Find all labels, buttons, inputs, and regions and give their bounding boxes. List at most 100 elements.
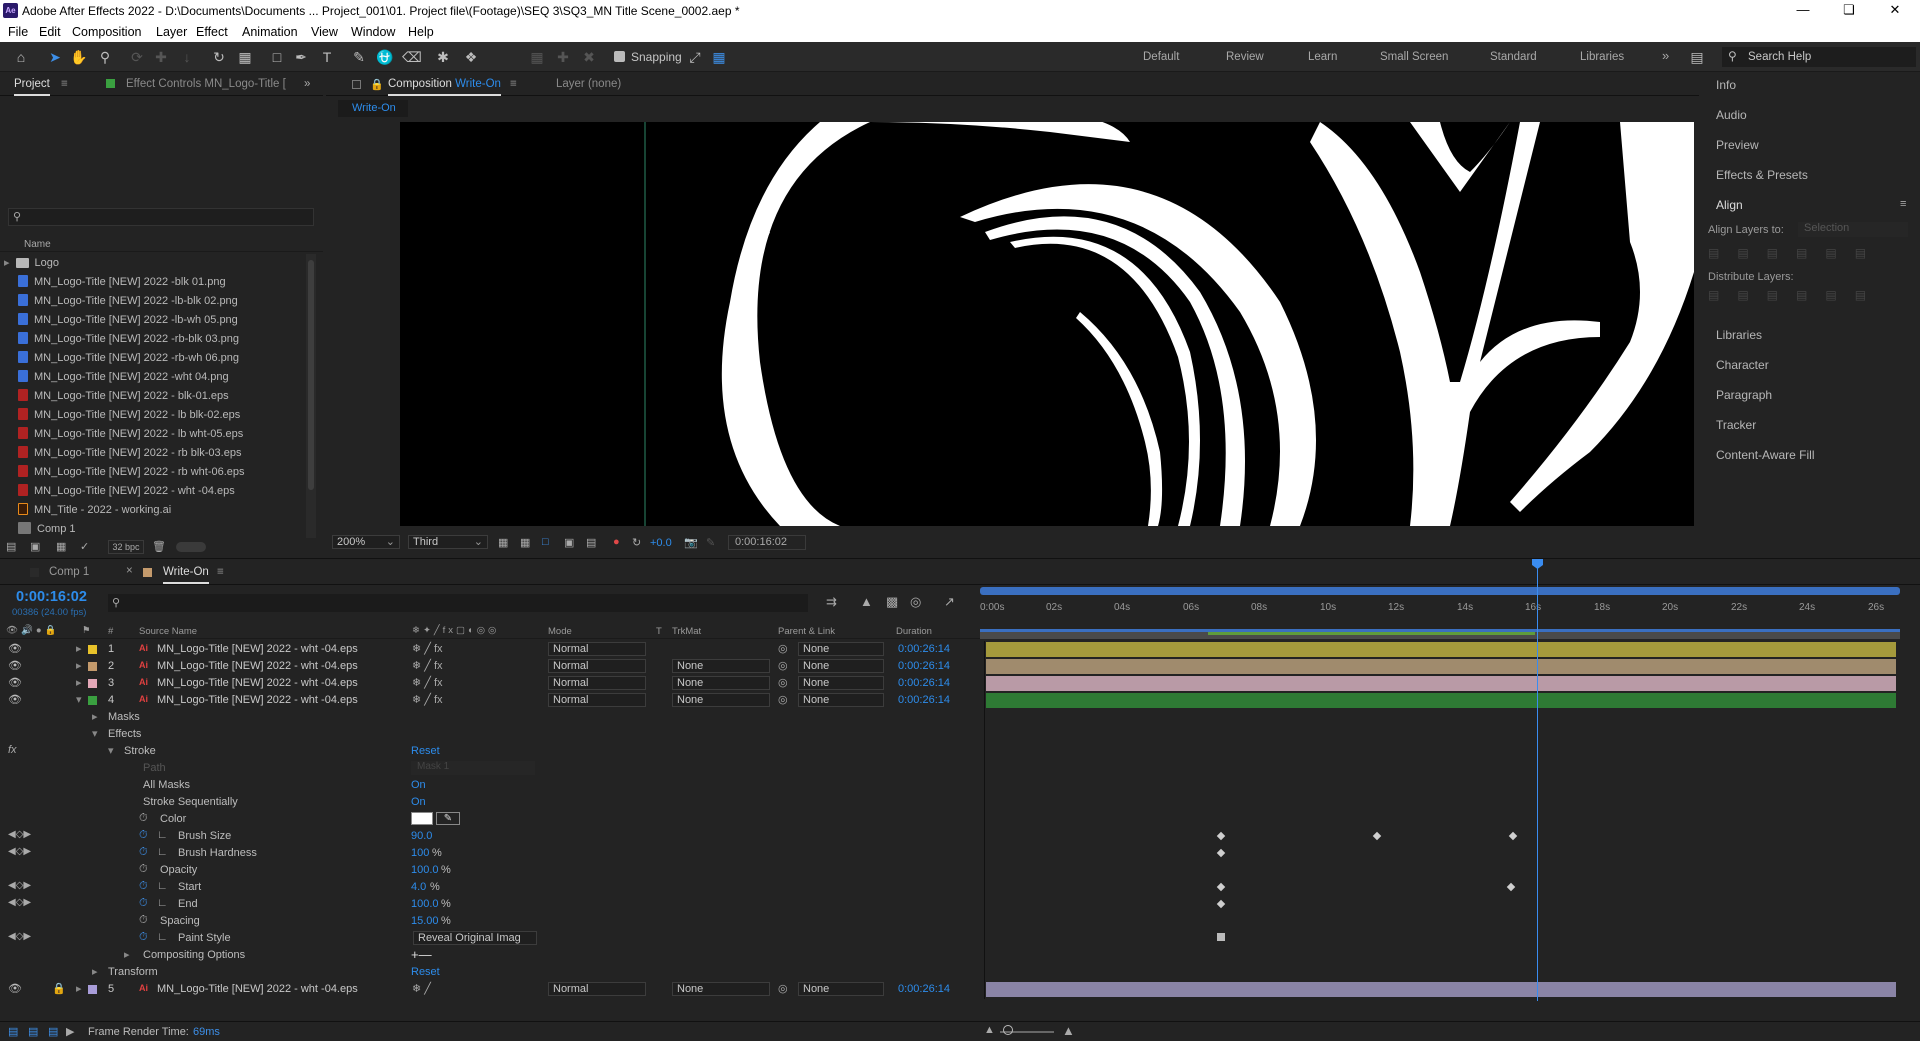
property-transform[interactable]: ▸ Transform Reset: [0, 964, 990, 981]
pan-tool-icon[interactable]: ✚: [152, 48, 170, 66]
disclosure-triangle-icon[interactable]: ▸: [76, 659, 82, 672]
zoom-in-icon[interactable]: ▲: [1062, 1023, 1075, 1038]
pickwhip-icon[interactable]: ◎: [778, 693, 788, 706]
property-compositing-options[interactable]: ▸ Compositing Options +—: [0, 947, 990, 964]
layer-duration[interactable]: 0:00:26:14: [898, 643, 950, 655]
type-tool-icon[interactable]: T: [318, 48, 336, 66]
trkmat-dropdown[interactable]: None: [672, 982, 770, 996]
pickwhip-icon[interactable]: ◎: [778, 982, 788, 995]
timeline-menu-icon[interactable]: ≡: [217, 566, 224, 578]
roto-brush-icon[interactable]: ✱: [434, 48, 452, 66]
layer-row[interactable]: 👁 ▸ 2 Ai MN_Logo-Title [NEW] 2022 - wht …: [0, 658, 990, 675]
keyframe[interactable]: [1216, 831, 1226, 841]
panel-character[interactable]: Character: [1716, 358, 1769, 372]
layer-1-duration-bar[interactable]: [986, 642, 1896, 657]
disclosure-triangle-icon[interactable]: ▸: [76, 676, 82, 689]
menu-layer[interactable]: Layer: [156, 25, 187, 39]
list-item[interactable]: MN_Logo-Title [NEW] 2022 -lb-wh 05.png: [18, 313, 238, 332]
tab-layer[interactable]: Layer (none): [556, 78, 621, 90]
transform-reset-link[interactable]: Reset: [411, 966, 440, 978]
property-opacity[interactable]: ⏱ Opacity 100.0 %: [0, 862, 990, 879]
blend-mode-dropdown[interactable]: Normal: [548, 982, 646, 996]
pen-tool-icon[interactable]: ✒: [292, 48, 310, 66]
comp-breadcrumb[interactable]: Write-On: [338, 100, 408, 117]
orbit-tool-icon[interactable]: ⟳: [128, 48, 146, 66]
panel-effects-presets[interactable]: Effects & Presets: [1716, 168, 1808, 182]
graph-icon[interactable]: ∟: [157, 829, 168, 841]
timeline-track-area[interactable]: [984, 559, 1920, 1001]
workspace-review[interactable]: Review: [1226, 51, 1264, 63]
property-spacing[interactable]: ⏱ Spacing 15.00 %: [0, 913, 990, 930]
selection-tool-icon[interactable]: ➤: [46, 48, 64, 66]
brush-size-value[interactable]: 90.0: [411, 830, 432, 842]
property-color[interactable]: ⏱ Color ✎: [0, 811, 990, 828]
anchor-tool-icon[interactable]: ▦: [236, 48, 254, 66]
all-masks-value[interactable]: On: [411, 779, 426, 791]
property-effects[interactable]: ▾ Effects: [0, 726, 990, 743]
snapping-checkbox[interactable]: [614, 51, 625, 62]
fx-toggle-icon[interactable]: fx: [8, 744, 17, 756]
name-column-header[interactable]: Name: [24, 239, 51, 250]
layer-label-color[interactable]: [88, 696, 97, 705]
layer-5-duration-bar[interactable]: [986, 982, 1896, 997]
panel-content-aware-fill[interactable]: Content-Aware Fill: [1716, 448, 1814, 462]
composition-viewer[interactable]: [400, 122, 1694, 526]
panel-info[interactable]: Info: [1716, 78, 1736, 92]
parent-link-header[interactable]: Parent & Link: [778, 626, 835, 637]
menu-effect[interactable]: Effect: [196, 25, 228, 39]
reset-exposure-icon[interactable]: ↻: [632, 536, 641, 549]
layer-duration[interactable]: 0:00:26:14: [898, 660, 950, 672]
trkmat-dropdown[interactable]: None: [672, 659, 770, 673]
guides-icon[interactable]: ▤: [586, 536, 596, 549]
keyframe-navigator-icon[interactable]: ◀◇▶: [8, 897, 31, 908]
stopwatch-active-icon[interactable]: ⏱: [139, 846, 148, 859]
bit-depth-button[interactable]: 32 bpc: [108, 540, 144, 554]
list-item[interactable]: MN_Title - 2022 - working.ai: [18, 503, 171, 522]
layer-4-duration-bar[interactable]: [986, 693, 1896, 708]
zoom-slider-handle[interactable]: [1003, 1025, 1013, 1035]
workspace-small-screen[interactable]: Small Screen: [1380, 51, 1448, 63]
visibility-eye-icon[interactable]: 👁: [8, 982, 22, 995]
visibility-eye-icon[interactable]: 👁: [8, 642, 22, 655]
paint-style-dropdown[interactable]: Reveal Original Imag: [413, 931, 537, 945]
list-item[interactable]: MN_Logo-Title [NEW] 2022 - rb blk-03.eps: [18, 446, 241, 465]
exposure-value[interactable]: +0.0: [650, 537, 672, 549]
brush-tool-icon[interactable]: ✎: [350, 48, 368, 66]
workspace-panel-icon[interactable]: ▤: [1688, 48, 1706, 66]
property-brush-size[interactable]: ◀◇▶ ⏱ ∟ Brush Size 90.0: [0, 828, 990, 845]
zoom-out-icon[interactable]: ▲: [984, 1024, 995, 1036]
visibility-eye-icon[interactable]: 👁: [8, 693, 22, 706]
t-header[interactable]: T: [656, 626, 662, 637]
eraser-tool-icon[interactable]: ⌫: [402, 48, 422, 66]
workspace-learn[interactable]: Learn: [1308, 51, 1337, 63]
disclosure-triangle-icon[interactable]: ▸: [124, 948, 130, 961]
more-workspaces-icon[interactable]: »: [1662, 48, 1669, 63]
snap-grid-icon[interactable]: ▦: [710, 48, 728, 66]
pickwhip-icon[interactable]: ◎: [778, 676, 788, 689]
puppet-pin-icon[interactable]: ❖: [462, 48, 480, 66]
draft-3d-icon[interactable]: ▲: [860, 594, 873, 609]
snap-options-icon[interactable]: ⤢: [686, 48, 704, 66]
layer-2-duration-bar[interactable]: [986, 659, 1896, 674]
parent-dropdown[interactable]: None: [798, 982, 884, 996]
new-composition-icon[interactable]: ▦: [56, 540, 66, 553]
layer-row[interactable]: 👁 🔒 ▸ 5 Ai MN_Logo-Title [NEW] 2022 - wh…: [0, 981, 990, 998]
project-menu-icon[interactable]: ≡: [61, 78, 68, 90]
disclosure-triangle-icon[interactable]: ▸: [4, 257, 10, 269]
disclosure-triangle-open-icon[interactable]: ▾: [108, 744, 114, 757]
menu-edit[interactable]: Edit: [39, 25, 61, 39]
layer-name[interactable]: MN_Logo-Title [NEW] 2022 - wht -04.eps: [157, 660, 358, 672]
layer-search-input[interactable]: ⚲: [108, 594, 808, 612]
list-item[interactable]: MN_Logo-Title [NEW] 2022 -blk 01.png: [18, 275, 226, 294]
list-item[interactable]: MN_Logo-Title [NEW] 2022 - lb wht-05.eps: [18, 427, 243, 446]
viewer-timecode[interactable]: 0:00:16:02: [728, 535, 806, 550]
layer-row[interactable]: 👁 ▸ 1 Ai MN_Logo-Title [NEW] 2022 - wht …: [0, 641, 990, 658]
tab-effect-controls[interactable]: Effect Controls MN_Logo-Title [: [126, 78, 286, 90]
keyframe-navigator-icon[interactable]: ◀◇▶: [8, 931, 31, 942]
mode-header[interactable]: Mode: [548, 626, 572, 637]
tab-composition[interactable]: Composition Write-On: [388, 78, 501, 96]
blend-mode-dropdown[interactable]: Normal: [548, 642, 646, 656]
flowchart-icon[interactable]: ✓: [80, 540, 89, 553]
list-item[interactable]: MN_Logo-Title [NEW] 2022 -lb-blk 02.png: [18, 294, 238, 313]
opacity-value[interactable]: 100.0: [411, 864, 439, 876]
